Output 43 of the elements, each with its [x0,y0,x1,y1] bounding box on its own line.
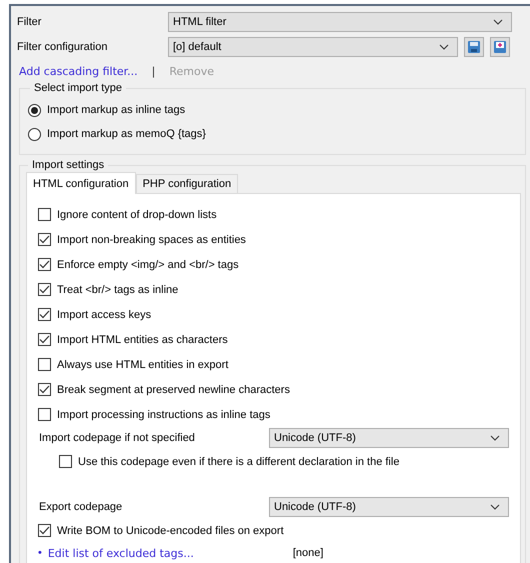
checkmark-icon [39,526,50,535]
edit-excluded-tags-link[interactable]: Edit list of excluded tags... [48,546,194,560]
caret-icon [490,435,500,441]
new-icon-button[interactable] [490,37,510,57]
filter-dropdown[interactable]: HTML filter [168,12,512,32]
add-cascading-filter-link[interactable]: Add cascading filter... [19,64,138,78]
export-codepage-dropdown[interactable]: Unicode (UTF-8) [269,497,509,517]
checkbox-option[interactable]: Ignore content of drop-down lists [38,202,510,227]
link-separator: | [152,64,156,78]
bullet: • [38,547,42,559]
radio-option[interactable]: Import markup as inline tags [28,98,517,122]
checkmark-icon [39,285,50,294]
tab[interactable]: PHP configuration [136,174,238,193]
checkmark-icon [39,235,50,244]
import-codepage-label: Import codepage if not specified [39,432,196,444]
caret-icon [439,44,449,50]
checkbox-option[interactable]: Enforce empty <img/> and <br/> tags [38,252,510,277]
checkmark-icon [39,335,50,344]
caret-icon [493,19,503,25]
checkmark-icon [39,385,50,394]
checkbox-option[interactable]: Break segment at preserved newline characters [38,377,510,402]
checkbox-option[interactable]: Import access keys [38,302,510,327]
tab[interactable]: HTML configuration [26,172,136,194]
excluded-tags-value: [none] [292,547,324,559]
checkbox-option[interactable]: Always use HTML entities in export [38,352,510,377]
export-codepage-label: Export codepage [39,501,124,513]
checkbox-option[interactable]: Import HTML entities as characters [38,327,510,352]
import-codepage-dropdown[interactable]: Unicode (UTF-8) [269,428,509,448]
caret-icon [490,504,500,510]
checkbox-option[interactable]: Use this codepage even if there is a different declaration in the file [38,449,510,474]
checkbox-option[interactable]: Import processing instructions as inline tags [38,402,510,427]
radio-option[interactable]: Import markup as memoQ {tags} [28,122,517,146]
checkbox-option[interactable]: Import non-breaking spaces as entities [38,227,510,252]
save-icon-button[interactable] [464,37,484,57]
checkmark-icon [39,310,50,319]
group-title: Import settings [31,159,106,171]
checkbox-option[interactable]: Treat <br/> tags as inline [38,277,510,302]
filter-label: Filter [17,16,42,28]
filter-configuration-label: Filter configuration [17,41,108,53]
checkbox-option[interactable]: Write BOM to Unicode-encoded files on export [38,518,510,543]
checkmark-icon [39,260,50,269]
group-title: Select import type [33,82,124,94]
configuration-dropdown[interactable]: [o] default [168,37,458,57]
